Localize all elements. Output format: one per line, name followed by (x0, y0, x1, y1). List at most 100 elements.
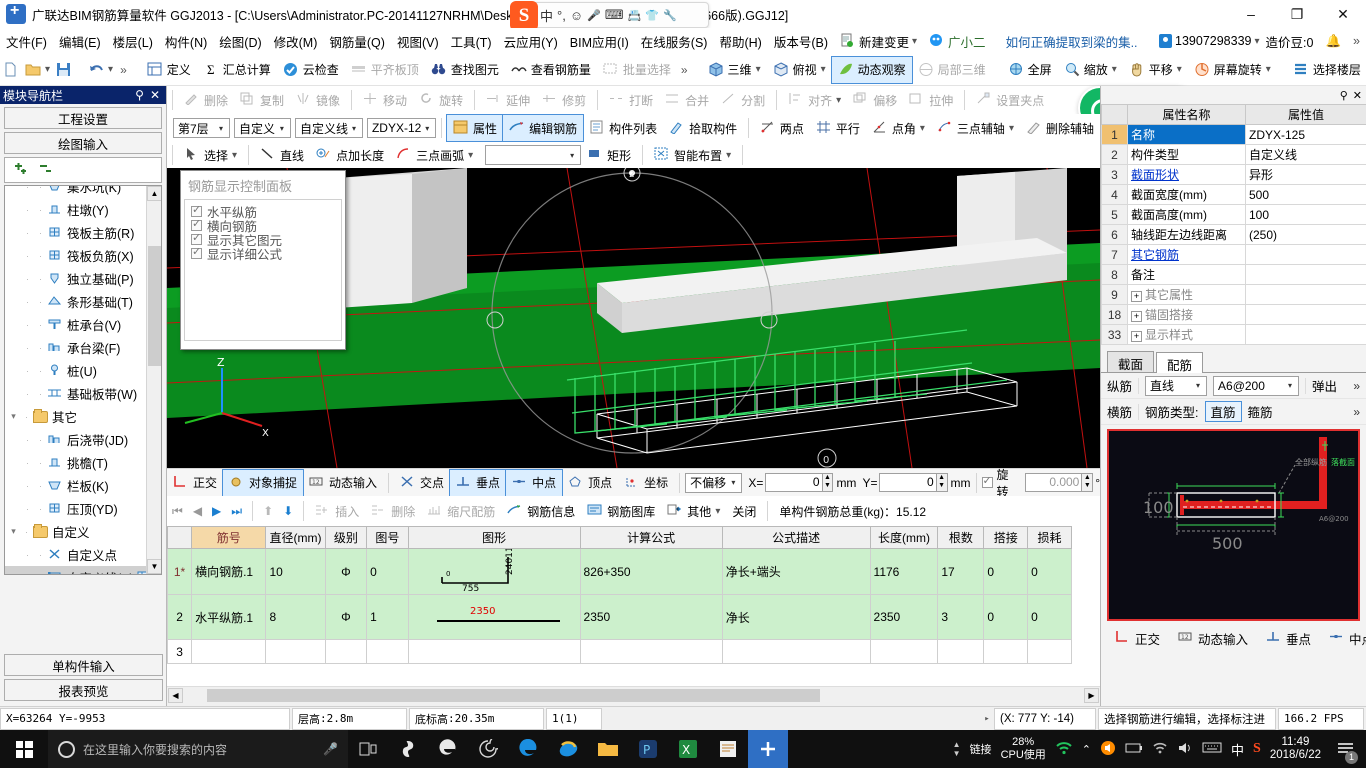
tray-speaker-icon[interactable] (1177, 741, 1193, 758)
rebar-table[interactable]: 筋号 直径(mm) 级别 图号 图形 计算公式 公式描述 长度(mm) 根数 搭… (167, 526, 1100, 686)
menubar-overflow[interactable]: » (1347, 31, 1366, 51)
menu-item-version[interactable]: 版本号(B) (768, 29, 834, 54)
snap-vertex-button[interactable]: 顶点 (562, 470, 618, 496)
cell-grade[interactable] (324, 639, 368, 664)
tray-link-label[interactable]: 链接 (970, 741, 992, 757)
toolbar-overflow-left[interactable]: » (116, 57, 131, 83)
cell-formula[interactable]: 2350 (579, 594, 723, 640)
account-phone[interactable]: 13907298339 (1175, 34, 1251, 48)
pin-icon[interactable]: ⚲ (1340, 89, 1348, 102)
scale-rebar-button[interactable]: 缩尺配筋 (421, 498, 501, 524)
insert-row-button[interactable]: 插入 (309, 498, 365, 524)
rebar-library-button[interactable]: 钢筋图库 (581, 498, 661, 524)
view-3d-button[interactable]: 三维 ▾ (702, 57, 767, 83)
cell-diameter[interactable]: 10 (265, 548, 326, 595)
point-angle-aux-button[interactable]: 点角 ▾ (866, 115, 931, 141)
view-rebar-qty-button[interactable]: 查看钢筋量 (505, 57, 597, 83)
microphone-icon[interactable]: 🎤 (323, 742, 338, 756)
menu-item-view[interactable]: 视图(V) (391, 29, 445, 54)
cell-count[interactable]: 17 (937, 548, 985, 595)
property-name[interactable]: 截面形状 (1127, 164, 1246, 185)
properties-row[interactable]: 2 构件类型 自定义线 (1101, 144, 1366, 165)
taskbar-app-ie-icon[interactable] (548, 730, 588, 768)
close-editor-button[interactable]: 关闭 (726, 498, 762, 524)
tree-node[interactable]: · · 压顶(YD) (5, 497, 161, 520)
nav-last-button[interactable]: ⏭ (226, 498, 247, 524)
cell-diameter[interactable] (265, 639, 326, 664)
top-view-button[interactable]: 俯视 ▾ (767, 57, 832, 83)
checkbox-icon[interactable] (191, 231, 202, 245)
property-value[interactable]: 自定义线 (1245, 144, 1366, 165)
category-selector[interactable]: 自定义 ▾ (233, 118, 291, 138)
cell-rebar-no[interactable]: 横向钢筋.1 (191, 548, 267, 595)
properties-row[interactable]: 1 名称 ZDYX-125 (1101, 124, 1366, 145)
properties-row[interactable]: 8 备注 (1101, 264, 1366, 285)
properties-row[interactable]: 6 轴线距左边线距离 (250) (1101, 224, 1366, 245)
other-button[interactable]: 其他 ▾ (661, 498, 726, 524)
notification-bell-icon[interactable]: 🔔 (1319, 31, 1347, 52)
rebar-display-control-panel[interactable]: 钢筋显示控制面板 水平纵筋 横向钢筋 显示其它图元 显示详细公式 (180, 170, 346, 350)
tray-clock[interactable]: 11:49 2018/6/22 (1270, 736, 1321, 762)
cell-description[interactable] (721, 639, 871, 664)
parallel-aux-button[interactable]: 平行 (810, 115, 866, 141)
open-file-button[interactable]: ▾ (22, 57, 53, 83)
cell-description[interactable]: 净长+端头 (721, 548, 871, 595)
assistant-button[interactable]: 广小二 (923, 29, 992, 54)
preview-orthogonal-button[interactable]: 正交 (1109, 625, 1166, 651)
delete-row-button[interactable]: 删除 (365, 498, 421, 524)
edit-rebar-button[interactable]: 编辑钢筋 (502, 114, 585, 142)
longitudinal-shape-selector[interactable]: 直线 ▾ (1145, 375, 1208, 396)
new-file-button[interactable] (0, 57, 22, 83)
rotate-checkbox[interactable] (981, 474, 993, 488)
menu-item-online-service[interactable]: 在线服务(S) (635, 29, 714, 54)
cell-rebar-no[interactable] (191, 639, 267, 664)
taskbar-app-ps-icon[interactable]: P (628, 730, 668, 768)
add-icon[interactable] (12, 162, 28, 179)
cell-tu-no[interactable]: 0 (366, 548, 409, 595)
rotate-spinner[interactable]: ▲ ▼ (1082, 473, 1094, 492)
delete-aux-button[interactable]: 删除辅轴 (1020, 115, 1100, 141)
tray-ime-mode[interactable]: 中 (1231, 740, 1244, 759)
three-point-arc-button[interactable]: 三点画弧 ▾ (390, 142, 479, 168)
property-value[interactable]: 异形 (1245, 164, 1366, 185)
ime-voice-icon[interactable]: 🎤 (587, 9, 601, 22)
ime-skin-icon[interactable]: 👕 (645, 9, 659, 22)
property-value[interactable]: 100 (1245, 204, 1366, 225)
section-preview[interactable]: 500 100 全部纵筋 落截面 A6@200 (1107, 429, 1360, 621)
project-settings-button[interactable]: 工程设置 (4, 107, 162, 129)
table-row[interactable]: 1* 横向钢筋.1 10 Φ 0 0 755 240110 826+350 净长… (167, 540, 1072, 595)
ime-settings-icon[interactable]: 🔧 (663, 9, 677, 22)
tree-node[interactable]: · · 自定义点 (5, 543, 161, 566)
taskbar-app-folder-icon[interactable] (588, 730, 628, 768)
component-tree[interactable]: ··现浇板(B)▸·轴线▸·柱▸·墙▸·门窗洞▸·梁▸·板▾·基础··基础梁(F… (4, 185, 162, 575)
rectangle-tool-button[interactable]: 矩形 (581, 142, 637, 168)
tray-expand-icon[interactable]: ▲ ▼ (953, 740, 961, 758)
extend-button[interactable]: 延伸 (480, 87, 536, 113)
tree-node[interactable]: ·· 自定义线(X) (5, 566, 161, 574)
expand-icon[interactable]: + (1131, 331, 1142, 342)
tray-network-icon[interactable] (1152, 741, 1168, 757)
row1-more-icon[interactable]: » (1353, 379, 1360, 393)
zoom-button[interactable]: 缩放 ▾ (1058, 57, 1123, 83)
property-name[interactable]: + 其它属性 (1127, 284, 1246, 305)
cell-loss[interactable]: 0 (1027, 548, 1072, 595)
x-spinner[interactable]: ▲ ▼ (822, 473, 834, 492)
pan-button[interactable]: 平移 ▾ (1123, 57, 1188, 83)
stretch-button[interactable]: 拉伸 (903, 87, 959, 113)
properties-row[interactable]: 3 截面形状 异形 (1101, 164, 1366, 185)
tree-node[interactable]: · · 柱墩(Y) (5, 198, 161, 221)
cell-rebar-no[interactable]: 水平纵筋.1 (191, 594, 267, 640)
tray-volume-orange-icon[interactable] (1100, 740, 1116, 759)
offset-button[interactable]: 偏移 (847, 87, 903, 113)
property-name[interactable]: 名称 (1127, 124, 1246, 145)
tree-node[interactable]: ▾ · 自定义 (5, 520, 161, 543)
scroll-left-button[interactable]: ◀ (168, 688, 183, 703)
cell-length[interactable] (869, 639, 939, 664)
taskbar-app-edge-icon[interactable] (508, 730, 548, 768)
tree-expander-icon[interactable]: ▾ (7, 526, 20, 537)
checkbox-show-detailed-formula[interactable]: 显示详细公式 (191, 245, 341, 262)
tree-node[interactable]: · · 筏板负筋(X) (5, 244, 161, 267)
tree-scroll-thumb[interactable] (148, 246, 161, 366)
property-value[interactable] (1245, 244, 1366, 265)
menu-item-rebar-quantity[interactable]: 钢筋量(Q) (323, 29, 391, 54)
